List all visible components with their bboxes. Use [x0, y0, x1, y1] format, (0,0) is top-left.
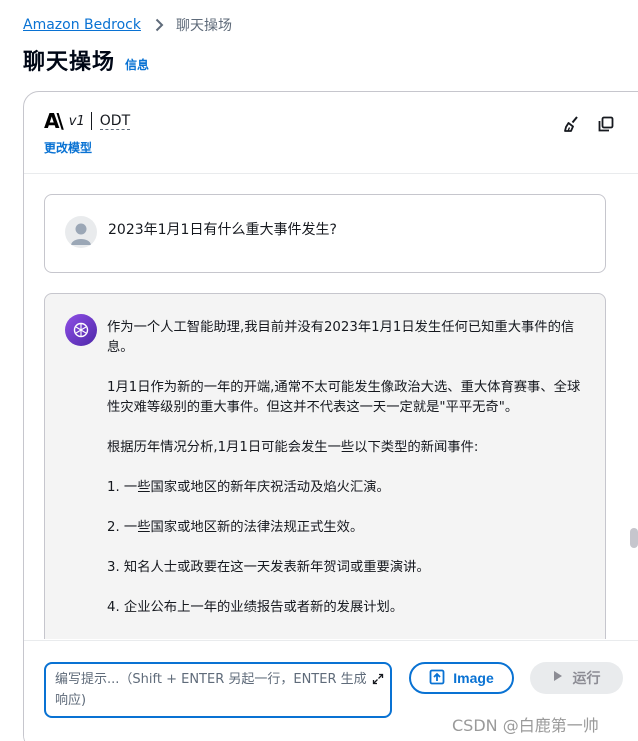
image-upload-icon: [429, 669, 445, 688]
user-avatar-icon: [65, 216, 97, 248]
user-message: 2023年1月1日有什么重大事件发生?: [44, 194, 606, 273]
page-title: 聊天操场: [23, 50, 116, 75]
play-icon: [553, 670, 563, 686]
ai-brain-icon: [65, 314, 97, 346]
watermark: CSDN @白鹿第一帅: [452, 716, 599, 735]
change-model-link[interactable]: 更改模型: [44, 139, 92, 156]
conversation-area[interactable]: 2023年1月1日有什么重大事件发生? 作为一个人工智能助理,我目前并没有202…: [24, 175, 638, 639]
model-selector-bar: A\ v1 ODT 更改模型: [24, 92, 638, 174]
assistant-list-item: 2. 一些国家或地区新的法律法规正式生效。: [107, 520, 364, 535]
assistant-list-item: 1. 一些国家或地区的新年庆祝活动及焰火汇演。: [107, 480, 390, 495]
chevron-right-icon: [155, 18, 164, 32]
model-divider: [90, 112, 92, 130]
breadcrumb-current: 聊天操场: [175, 18, 232, 34]
anthropic-logo-icon: A\: [44, 109, 64, 133]
assistant-message: 作为一个人工智能助理,我目前并没有2023年1月1日发生任何已知重大事件的信息。…: [44, 293, 606, 639]
assistant-list-item: 3. 知名人士或政要在这一天发表新年贺词或重要演讲。: [107, 560, 430, 575]
chat-playground-panel: A\ v1 ODT 更改模型 2023年1月1日有什么重大事件发生? 作为一个人…: [23, 91, 638, 741]
copy-icon[interactable]: [596, 114, 616, 134]
assistant-paragraph: 根据历年情况分析,1月1日可能会发生一些以下类型的新闻事件:: [107, 440, 479, 455]
model-version: v1: [68, 113, 85, 129]
assistant-paragraph: 作为一个人工智能助理,我目前并没有2023年1月1日发生任何已知重大事件的信息。: [107, 320, 575, 355]
prompt-textarea[interactable]: 编写提示...（Shift + ENTER 另起一行，ENTER 生成响应): [44, 662, 392, 718]
scrollbar-thumb[interactable]: [630, 528, 638, 548]
info-link[interactable]: 信息: [125, 56, 149, 73]
user-message-text: 2023年1月1日有什么重大事件发生?: [108, 222, 337, 238]
image-button[interactable]: Image: [409, 662, 514, 694]
run-button[interactable]: 运行: [530, 662, 623, 694]
selected-model: A\ v1 ODT: [44, 109, 131, 133]
assistant-paragraph: 1月1日作为新的一年的开端,通常不太可能发生像政治大选、重大体育赛事、全球性灾难…: [107, 380, 581, 415]
expand-icon[interactable]: [372, 670, 384, 685]
page-header: 聊天操场 信息: [23, 44, 149, 76]
broom-icon[interactable]: [562, 114, 582, 134]
prompt-placeholder: 编写提示...（Shift + ENTER 另起一行，ENTER 生成响应): [55, 672, 367, 708]
breadcrumb-amazon-bedrock-link[interactable]: Amazon Bedrock: [23, 17, 141, 33]
image-button-label: Image: [453, 670, 494, 686]
assistant-list-item: 4. 企业公布上一年的业绩报告或者新的发展计划。: [107, 600, 404, 615]
breadcrumb: Amazon Bedrock 聊天操场: [23, 14, 232, 36]
model-name[interactable]: ODT: [99, 113, 131, 130]
run-button-label: 运行: [572, 671, 601, 687]
